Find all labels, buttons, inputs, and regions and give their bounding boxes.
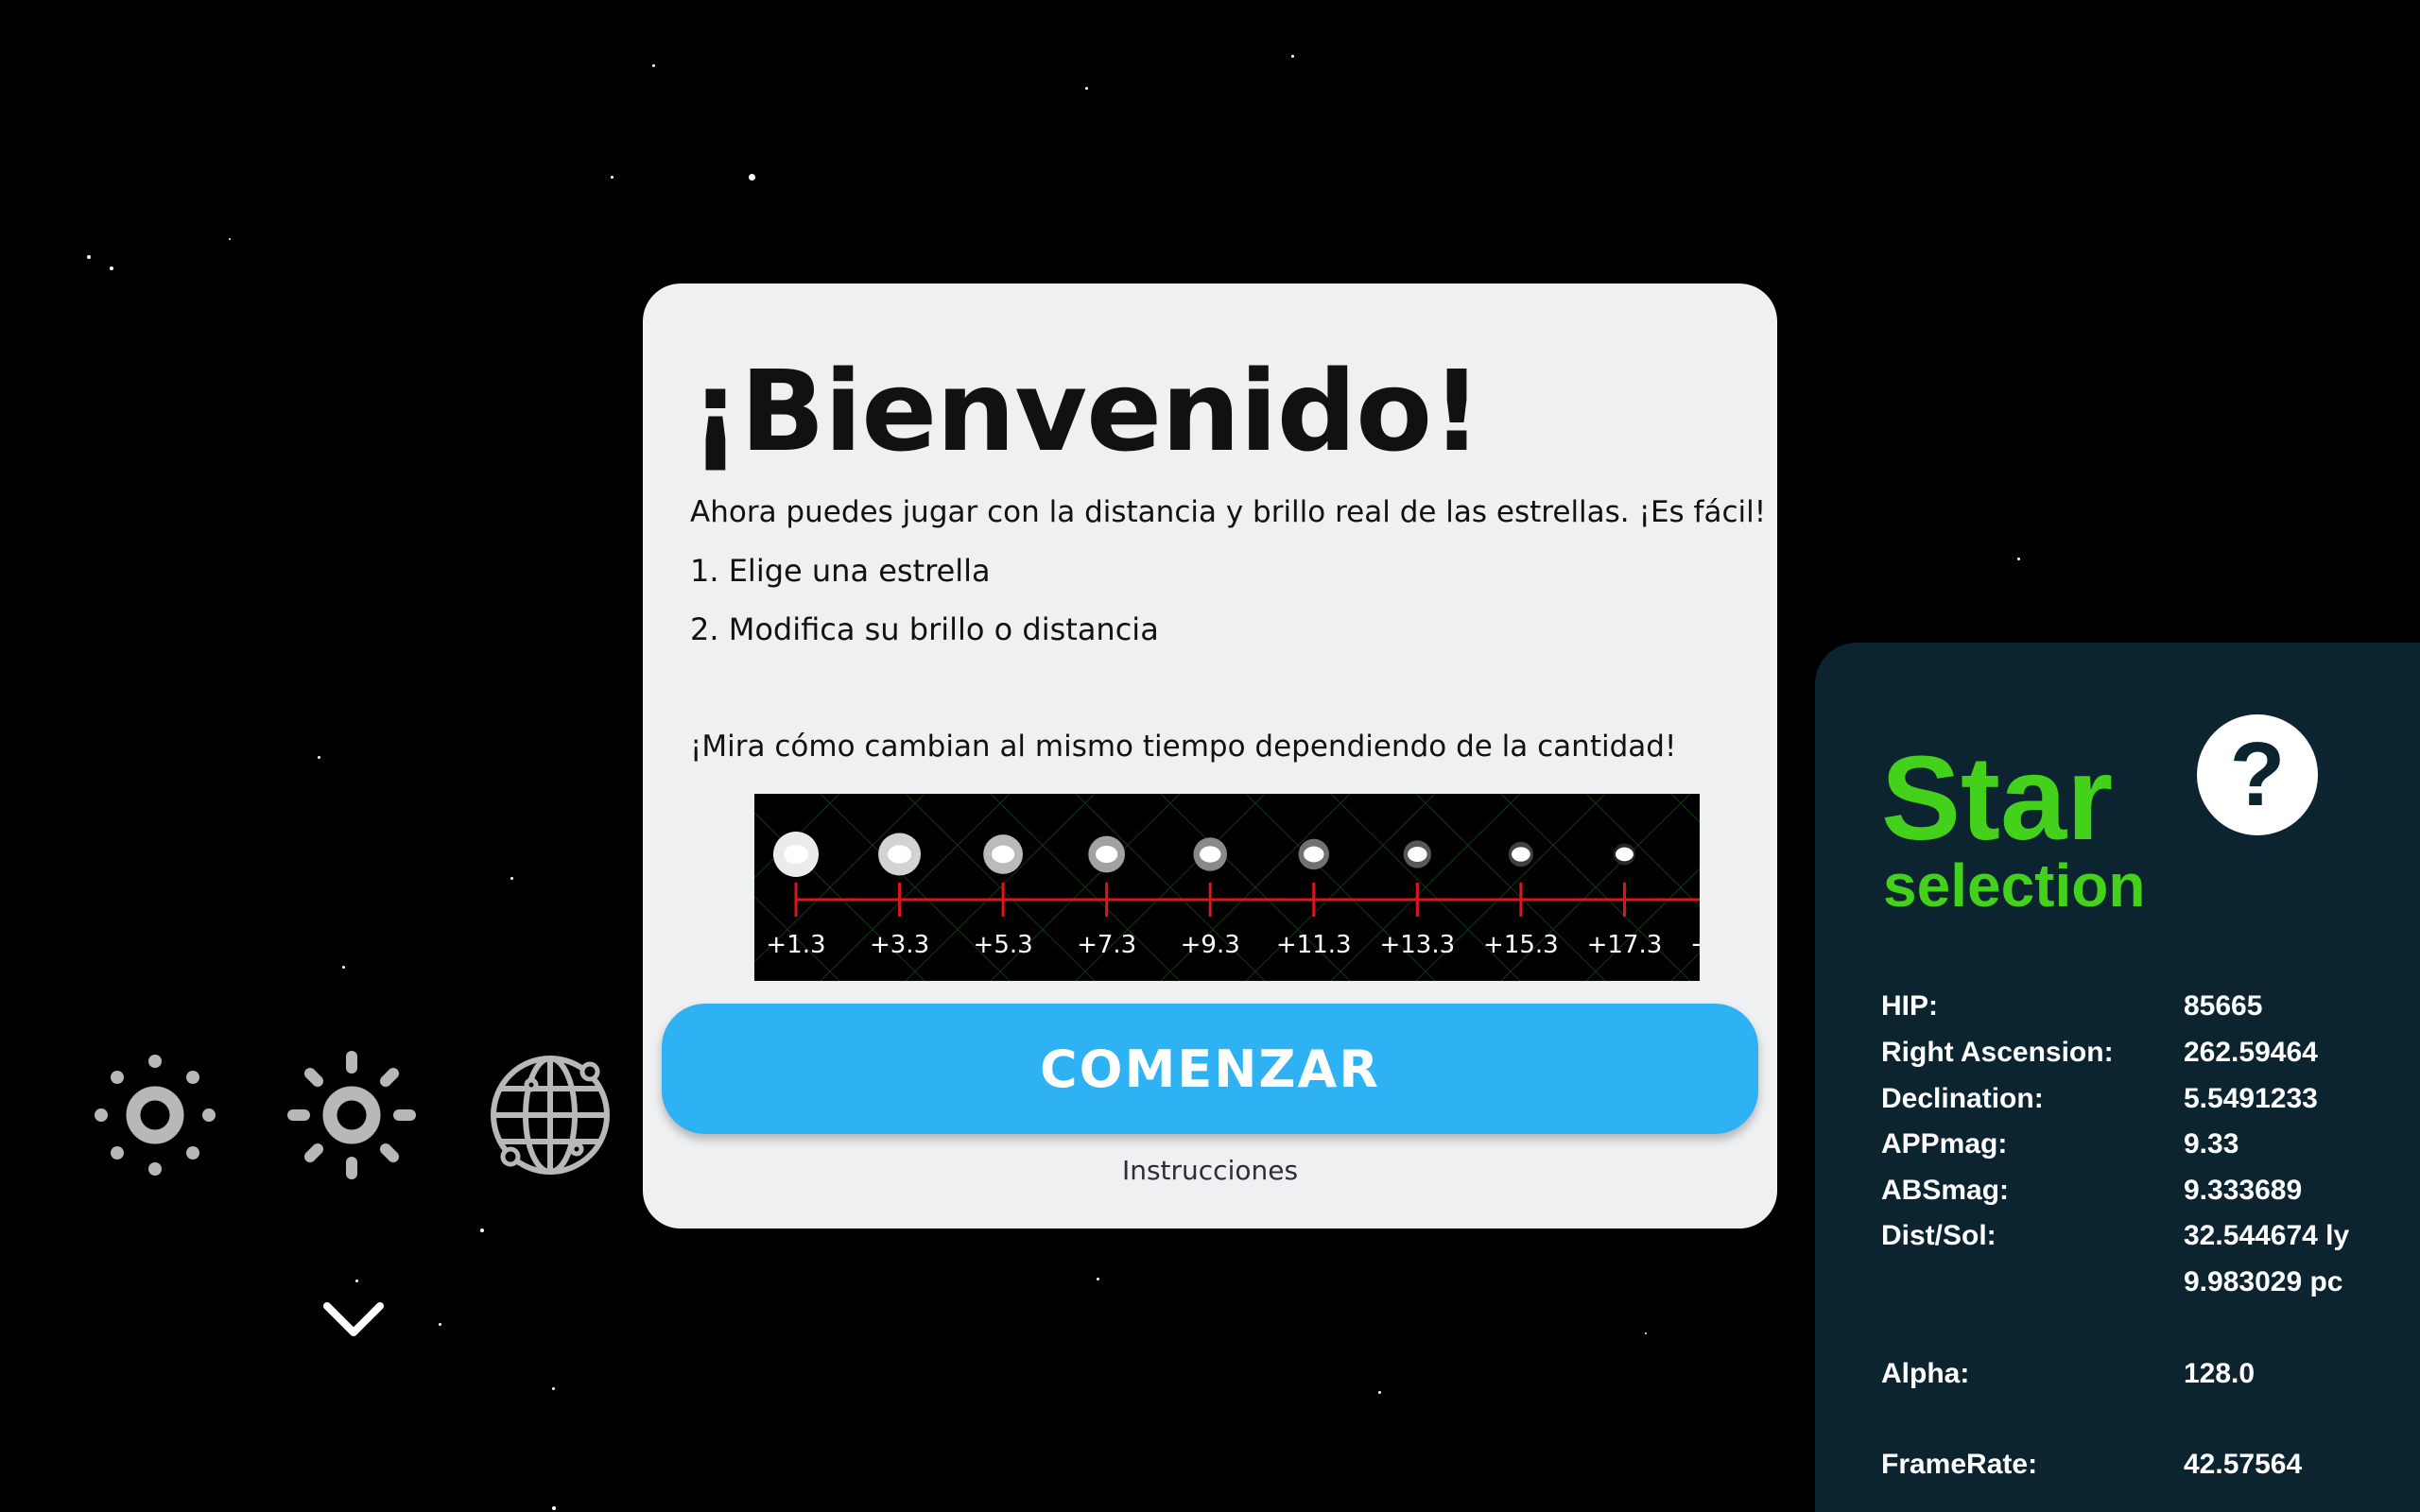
scale-label: +3.3 (870, 931, 929, 959)
info-row-declination: Declination: 5.5491233 (1881, 1083, 2411, 1121)
info-row-hip: HIP: 85665 (1881, 990, 2411, 1028)
star-dot (110, 266, 113, 270)
info-label: Alpha: (1881, 1358, 1970, 1389)
info-value: 128.0 (2184, 1358, 2256, 1389)
star-selection-panel: Star selection ? HIP: 85665 Right Ascens… (1815, 643, 2420, 1512)
dialog-title: ¡Bienvenido! (690, 346, 1482, 476)
info-row-right-ascension: Right Ascension: 262.59464 (1881, 1037, 2411, 1074)
info-value: 42.57564 (2184, 1449, 2303, 1480)
star-dot (439, 1323, 441, 1326)
star-magnitude-core (888, 845, 912, 864)
scale-label: +17.3 (1587, 931, 1663, 959)
star-dot (1645, 1332, 1647, 1334)
info-row-distance: Dist/Sol: 32.544674 ly (1881, 1220, 2411, 1258)
star-dot (552, 1387, 555, 1390)
star-magnitude-core (1096, 846, 1118, 863)
info-value: 85665 (2184, 990, 2263, 1022)
star-dot (749, 174, 755, 180)
star-dot (480, 1228, 484, 1232)
panel-title: Star (1881, 731, 2114, 865)
star-magnitude-core (1304, 846, 1324, 863)
instructions-link[interactable]: Instrucciones (643, 1155, 1777, 1186)
star-dot (318, 756, 320, 759)
scale-label: +11.3 (1276, 931, 1352, 959)
star-dot (355, 1280, 358, 1282)
star-magnitude-core (1200, 846, 1221, 863)
scale-label: +5.3 (974, 931, 1033, 959)
star-dot (510, 877, 513, 880)
info-label: Right Ascension: (1881, 1037, 2114, 1068)
star-magnitude-core (1616, 847, 1634, 862)
chevron-down-icon[interactable] (320, 1297, 388, 1342)
info-value: 9.33 (2184, 1128, 2239, 1160)
info-label: HIP: (1881, 990, 1938, 1022)
brightness-icon[interactable] (287, 1051, 416, 1179)
star-magnitude-core (992, 845, 1015, 864)
info-row-alpha: Alpha: 128.0 (1881, 1358, 2411, 1396)
star-dot (552, 1506, 556, 1510)
info-label: Dist/Sol: (1881, 1220, 1996, 1251)
info-label: FrameRate: (1881, 1449, 2038, 1480)
step-two-text: 2. Modifica su brillo o distancia (690, 611, 1159, 647)
star-dot (342, 966, 345, 969)
star-magnitude-core (1408, 847, 1427, 862)
info-value: 9.333689 (2184, 1175, 2303, 1206)
info-label: APPmag: (1881, 1128, 2008, 1160)
welcome-dialog: ¡Bienvenido! Ahora puedes jugar con la d… (643, 284, 1777, 1228)
star-magnitude-core (1512, 847, 1530, 862)
info-label: Declination: (1881, 1083, 2044, 1114)
info-row-appmag: APPmag: 9.33 (1881, 1128, 2411, 1166)
star-dot (1085, 87, 1088, 90)
scale-label: +9.3 (1181, 931, 1240, 959)
globe-icon[interactable] (486, 1051, 614, 1179)
info-row-absmag: ABSmag: 9.333689 (1881, 1175, 2411, 1212)
magnitude-scale-image: +1.3 +3.3 +5.3 +7.3 +9.3 +11.3 +13.3 +15.3 +17.3… (754, 794, 1700, 981)
help-button[interactable]: ? (2197, 714, 2318, 835)
step-one-text: 1. Elige una estrella (690, 553, 991, 589)
panel-subtitle: selection (1883, 851, 2146, 919)
start-button[interactable]: COMENZAR (662, 1004, 1758, 1134)
star-dot (1097, 1278, 1099, 1280)
scale-label: +18.3 (1690, 931, 1700, 959)
scale-label: +1.3 (766, 931, 825, 959)
info-value: 5.5491233 (2184, 1083, 2318, 1114)
scale-label: +15.3 (1483, 931, 1559, 959)
star-dot (611, 176, 614, 179)
info-value: 32.544674 ly (2184, 1220, 2350, 1251)
info-value: 262.59464 (2184, 1037, 2318, 1068)
info-row-framerate: FrameRate: 42.57564 (1881, 1449, 2411, 1486)
info-label: ABSmag: (1881, 1175, 2010, 1206)
brightness-icon[interactable] (91, 1051, 219, 1179)
star-dot (652, 64, 655, 67)
note-text: ¡Mira cómo cambian al mismo tiempo depen… (690, 730, 1677, 764)
star-dot (229, 238, 231, 240)
star-dot (1378, 1391, 1381, 1394)
star-dot (1291, 55, 1294, 58)
star-magnitude-core (784, 845, 808, 864)
scale-label: +7.3 (1077, 931, 1136, 959)
star-dot (2017, 558, 2020, 560)
scale-label: +13.3 (1379, 931, 1455, 959)
intro-text: Ahora puedes jugar con la distancia y br… (690, 495, 1767, 529)
info-value: 9.983029 pc (2184, 1266, 2343, 1297)
info-row-distance-pc: 9.983029 pc (1881, 1266, 2411, 1304)
star-dot (87, 255, 91, 259)
